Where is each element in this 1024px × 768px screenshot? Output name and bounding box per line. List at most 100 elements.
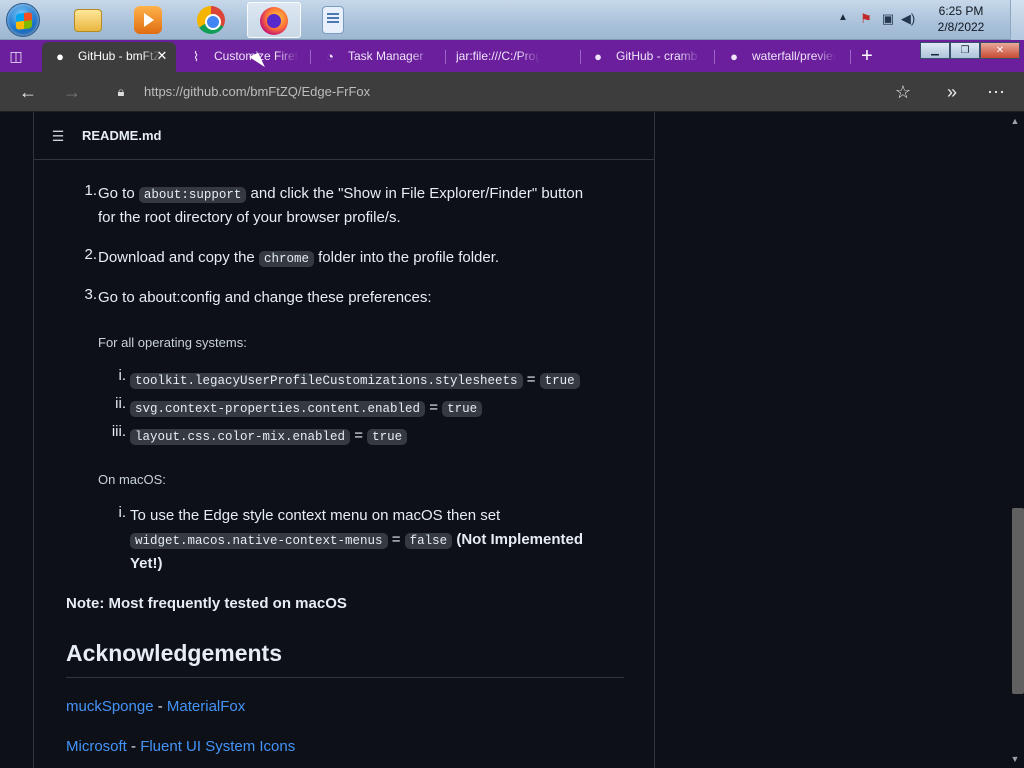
- system-tray: ▲ ⚑ ▣ ◀) 6:25 PM 2/8/2022: [834, 0, 1024, 40]
- lock-icon[interactable]: 🔒︎: [112, 83, 130, 101]
- start-button[interactable]: [6, 3, 40, 37]
- taskbar-media-player[interactable]: [122, 2, 176, 38]
- action-center-icon[interactable]: ⚑: [858, 11, 874, 27]
- macos-item-text: To use the Edge style context menu on ma…: [130, 507, 501, 524]
- pref-number: i.: [118, 367, 127, 384]
- ack-separator: -: [126, 738, 141, 755]
- tab-label: GitHub - cramb: [616, 49, 698, 63]
- paintbrush-icon: ⌇: [192, 49, 200, 64]
- tab-separator: [310, 50, 311, 64]
- media-player-icon: [134, 6, 162, 34]
- tab-waterfall-preview[interactable]: ● waterfall/preview: [716, 42, 850, 72]
- gauge-icon: ◔: [326, 49, 334, 64]
- clock-date: 2/8/2022: [937, 20, 985, 34]
- navigation-toolbar: ← → 🔒︎ https://github.com/bmFtZQ/Edge-Fr…: [0, 72, 1024, 112]
- taskbar-chrome[interactable]: [185, 2, 239, 38]
- menu-icon[interactable]: ⋯: [984, 80, 1008, 104]
- step-number: 1.: [84, 182, 97, 199]
- heading-divider: [66, 677, 624, 678]
- tab-github-cramb[interactable]: ● GitHub - cramb: [580, 42, 714, 72]
- chrome-icon: [197, 6, 225, 34]
- tab-separator: [850, 50, 851, 64]
- readme-title: README.md: [82, 128, 162, 143]
- tab-strip: ◫ ● GitHub - bmFtZQ/Edge-FrFox ✕ ⌇ Custo…: [0, 40, 1024, 72]
- step-text: Go to: [98, 185, 139, 202]
- scroll-up-icon[interactable]: ▲: [1010, 116, 1020, 126]
- back-icon[interactable]: ←: [16, 80, 40, 104]
- minimize-icon[interactable]: ▁: [920, 42, 950, 59]
- equals: =: [526, 371, 536, 388]
- ack-author-link[interactable]: Microsoft: [66, 738, 127, 755]
- tab-customize-firefox[interactable]: ⌇ Customize Firefox: [178, 42, 312, 72]
- ack-project-link[interactable]: MaterialFox: [167, 698, 245, 715]
- pref-row: layout.css.color-mix.enabled = true: [130, 424, 408, 449]
- table-of-contents-icon[interactable]: ☰: [50, 128, 66, 144]
- github-icon: ●: [594, 49, 602, 64]
- scroll-down-icon[interactable]: ▼: [1010, 754, 1020, 764]
- step-number: 2.: [84, 246, 97, 263]
- not-implemented-note: (Not Implemented: [456, 531, 584, 548]
- ack-project-link[interactable]: Fluent UI System Icons: [140, 738, 295, 755]
- tab-github-edge-frfox[interactable]: ● GitHub - bmFtZQ/Edge-FrFox ✕: [42, 42, 176, 72]
- all-os-label: For all operating systems:: [98, 335, 247, 350]
- readme-panel: ☰ README.md 1. Go to about:support and c…: [33, 112, 655, 768]
- taskbar-document[interactable]: [307, 2, 361, 38]
- step-2-text: Download and copy the chrome folder into…: [98, 246, 499, 271]
- sidebar-toggle-icon[interactable]: ◫: [4, 46, 28, 66]
- not-implemented-note-2: Yet!): [130, 555, 163, 572]
- show-desktop-button[interactable]: [1010, 0, 1024, 40]
- pref-row: toolkit.legacyUserProfileCustomizations.…: [130, 368, 580, 393]
- forward-icon[interactable]: →: [60, 80, 84, 104]
- ack-item: Microsoft - Fluent UI System Icons: [66, 735, 295, 759]
- taskbar-firefox[interactable]: [247, 2, 301, 38]
- pref-key: widget.macos.native-context-menus: [130, 533, 388, 549]
- pref-key: toolkit.legacyUserProfileCustomizations.…: [130, 373, 523, 389]
- scrollbar-thumb[interactable]: [1012, 508, 1024, 694]
- taskbar-explorer[interactable]: [62, 2, 116, 38]
- new-tab-icon[interactable]: +: [856, 45, 878, 67]
- pref-key: svg.context-properties.content.enabled: [130, 401, 426, 417]
- equals: =: [391, 531, 401, 548]
- overflow-chevron-icon[interactable]: »: [940, 80, 964, 104]
- url-bar[interactable]: 🔒︎ https://github.com/bmFtZQ/Edge-FrFox …: [104, 77, 926, 107]
- tab-label: jar:file:///C:/Program Files: [456, 49, 540, 63]
- testing-note: Note: Most frequently tested on macOS: [66, 595, 347, 612]
- pref-key: layout.css.color-mix.enabled: [130, 429, 351, 445]
- pref-number: iii.: [111, 423, 126, 440]
- close-tab-icon[interactable]: ✕: [154, 48, 170, 64]
- inline-code: about:support: [138, 187, 247, 203]
- network-icon[interactable]: ▣: [880, 11, 896, 27]
- firefox-icon: [260, 7, 288, 35]
- ack-item: muckSponge - MaterialFox: [66, 695, 245, 719]
- bookmark-star-icon[interactable]: ☆: [892, 81, 914, 103]
- tab-label: waterfall/preview: [752, 49, 836, 63]
- inline-code: chrome: [258, 251, 314, 267]
- pref-value: false: [404, 533, 453, 549]
- step-text: Download and copy the: [98, 249, 259, 266]
- pref-value: true: [539, 373, 580, 389]
- github-icon: ●: [56, 49, 64, 64]
- macos-item-pref: widget.macos.native-context-menus = fals…: [130, 528, 583, 553]
- pref-row: svg.context-properties.content.enabled =…: [130, 396, 483, 421]
- equals: =: [354, 427, 363, 444]
- tab-jar-file[interactable]: jar:file:///C:/Program Files: [420, 42, 554, 72]
- equals: =: [429, 399, 438, 416]
- tray-expand-icon[interactable]: ▲: [838, 12, 848, 23]
- taskbar-clock[interactable]: 6:25 PM 2/8/2022: [926, 3, 996, 35]
- ack-separator: -: [153, 698, 167, 715]
- tab-label: GitHub - bmFtZQ/Edge-FrFox: [78, 49, 162, 63]
- folder-icon: [74, 9, 102, 32]
- pref-number: ii.: [115, 395, 126, 412]
- restore-icon[interactable]: ❐: [950, 42, 980, 59]
- step-1-text: Go to about:support and click the "Show …: [98, 182, 583, 207]
- ack-author-link[interactable]: muckSponge: [66, 698, 154, 715]
- acknowledgements-heading: Acknowledgements: [66, 640, 282, 666]
- macos-label: On macOS:: [98, 472, 166, 487]
- tab-separator: [714, 50, 715, 64]
- window-close-icon[interactable]: ✕: [980, 42, 1020, 59]
- page-scrollbar[interactable]: ▲ ▼: [1006, 112, 1024, 768]
- url-text[interactable]: https://github.com/bmFtZQ/Edge-FrFox: [144, 84, 370, 99]
- step-text: folder into the profile folder.: [313, 249, 500, 266]
- volume-icon[interactable]: ◀): [900, 11, 916, 27]
- readme-header: ☰ README.md: [34, 112, 654, 160]
